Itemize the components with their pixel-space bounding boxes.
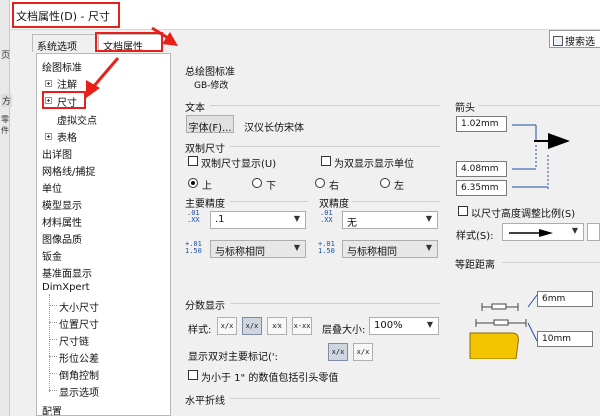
tolerance-symbol-icon: +.01 1.50: [318, 241, 335, 255]
primary-precision-value: .1: [215, 214, 225, 225]
position-left-label: 左: [394, 181, 404, 192]
leading-zero-label: 为小于 1" 的数值包括引头零值: [201, 373, 339, 384]
scale-with-height-checkbox[interactable]: [458, 206, 468, 216]
fraction-heading: 分数显示: [185, 301, 225, 312]
offset-dim-text-2: [493, 319, 509, 326]
fraction-style-slash-icon[interactable]: x⁄x: [267, 317, 287, 335]
precision-symbol-text: .XX: [320, 216, 333, 224]
scale-with-height-label: 以尺寸高度调整比例(S): [471, 209, 576, 220]
section-divider: [230, 398, 440, 399]
stack-size-label: 层叠大小:: [322, 325, 366, 336]
tolerance-symbol-text: 1.50: [318, 247, 335, 255]
dual-precision-select[interactable]: 无 ▼: [342, 211, 438, 229]
arrow-style-swatch-icon: [509, 229, 553, 237]
chevron-down-icon: ▼: [426, 320, 434, 329]
position-top-label: 上: [202, 181, 212, 192]
precision-symbol-icon: .01 .XX: [320, 210, 333, 224]
primary-tolerance-value: 与标称相同: [215, 247, 265, 258]
font-name: 汉仪长仿宋体: [244, 123, 304, 134]
primary-precision-heading: 主要精度: [185, 199, 225, 210]
arrows-heading: 箭头: [455, 103, 475, 114]
arrow-preview-diagram: [512, 124, 570, 189]
position-top-radio[interactable]: [188, 178, 198, 188]
dual-units-label: 为双显示显示单位: [334, 159, 414, 170]
tolerance-symbol-text: 1.50: [185, 247, 202, 255]
chevron-down-icon: ▼: [425, 243, 433, 252]
offset-distances-heading: 等距距离: [455, 260, 495, 271]
fraction-style-stacked-icon[interactable]: x/x: [242, 317, 262, 335]
dual-units-checkbox[interactable]: [321, 156, 331, 166]
arrow-style-label: 样式(S):: [456, 231, 494, 242]
arrow-style-select[interactable]: ▼: [502, 223, 584, 241]
chevron-down-icon: ▼: [425, 214, 433, 223]
dual-precision-value: 无: [347, 218, 357, 229]
primary-tolerance-select[interactable]: 与标称相同 ▼: [210, 240, 306, 258]
arrow-size-2-input[interactable]: 4.08mm: [456, 161, 507, 177]
section-divider: [502, 262, 600, 263]
section-divider: [352, 201, 440, 202]
offset-distance-1-input[interactable]: 6mm: [537, 291, 593, 307]
overall-standard-value: GB-修改: [194, 81, 229, 91]
dual-mark-style-a-icon[interactable]: x/x: [328, 343, 348, 361]
overall-standard-heading: 总绘图标准: [185, 67, 235, 78]
position-left-radio[interactable]: [380, 178, 390, 188]
position-bottom-label: 下: [266, 181, 276, 192]
position-right-label: 右: [329, 181, 339, 192]
chevron-down-icon: ▼: [571, 226, 579, 235]
section-divider: [230, 146, 440, 147]
fraction-style-inline-icon[interactable]: x-xx: [292, 317, 312, 335]
precision-symbol-icon: .01 .XX: [187, 210, 200, 224]
dual-display-checkbox[interactable]: [188, 156, 198, 166]
arrow-line-tree: [92, 57, 120, 87]
fraction-style-label: 样式:: [188, 325, 212, 336]
chevron-down-icon: ▼: [293, 243, 301, 252]
arrow-preview-head: [548, 133, 570, 149]
dual-tolerance-value: 与标称相同: [347, 247, 397, 258]
offset-dim-text-1: [491, 303, 507, 310]
chevron-down-icon: ▼: [293, 214, 301, 223]
stack-size-select[interactable]: 100% ▼: [369, 317, 439, 335]
dual-heading: 双制尺寸: [185, 144, 225, 155]
fraction-style-diagonal-icon[interactable]: x/x: [217, 317, 237, 335]
section-divider: [210, 105, 440, 106]
position-right-radio[interactable]: [315, 178, 325, 188]
section-divider: [230, 201, 308, 202]
stack-size-value: 100%: [374, 320, 403, 331]
font-button[interactable]: 字体(F)...: [186, 115, 234, 134]
dual-mark-style-b-icon[interactable]: x/x: [353, 343, 373, 361]
arrow-style-head: [539, 229, 553, 237]
dual-display-label: 双制尺寸显示(U): [201, 159, 277, 170]
tolerance-symbol-icon: +.01 1.50: [185, 241, 202, 255]
arrow-size-1-input[interactable]: 1.02mm: [456, 116, 507, 132]
document-properties-dialog: 页 方 零件 文档属性(D) - 尺寸 系统选项(S) 文档属性(D) 搜索选 …: [0, 0, 600, 416]
offset-preview-diagram: [469, 294, 538, 359]
show-dual-marks-label: 显示双对主要标记(':: [188, 352, 279, 363]
position-bottom-radio[interactable]: [252, 178, 262, 188]
section-divider: [478, 105, 600, 106]
offset-leader: [527, 322, 538, 342]
dual-tolerance-select[interactable]: 与标称相同 ▼: [342, 240, 438, 258]
offset-leader: [527, 294, 538, 308]
leading-zero-checkbox[interactable]: [188, 370, 198, 380]
arrow-size-3-input[interactable]: 6.35mm: [456, 180, 507, 196]
arrow-style-extra-button[interactable]: [587, 223, 600, 241]
text-heading: 文本: [185, 103, 205, 114]
arrow-line-title: [151, 26, 169, 40]
offset-part-shape: [469, 332, 519, 359]
horizontal-break-heading: 水平折线: [185, 396, 225, 407]
precision-symbol-text: .XX: [187, 216, 200, 224]
dual-precision-heading: 双精度: [319, 199, 349, 210]
dimension-settings-panel: 总绘图标准 GB-修改 文本 字体(F)... 汉仪长仿宋体 双制尺寸 双制尺寸…: [172, 53, 600, 416]
offset-distance-2-input[interactable]: 10mm: [537, 331, 593, 347]
primary-precision-select[interactable]: .1 ▼: [210, 211, 306, 229]
section-divider: [230, 303, 440, 304]
